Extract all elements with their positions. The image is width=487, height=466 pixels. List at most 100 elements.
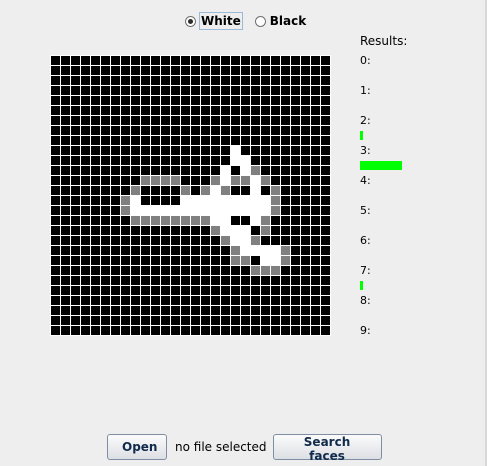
grid-cell[interactable] (71, 296, 80, 305)
grid-cell[interactable] (281, 146, 290, 155)
grid-cell[interactable] (161, 296, 170, 305)
grid-cell[interactable] (151, 276, 160, 285)
grid-cell[interactable] (171, 96, 180, 105)
grid-cell[interactable] (111, 276, 120, 285)
grid-cell[interactable] (61, 186, 70, 195)
grid-cell[interactable] (51, 206, 60, 215)
grid-cell[interactable] (181, 236, 190, 245)
grid-cell[interactable] (181, 86, 190, 95)
grid-cell[interactable] (281, 236, 290, 245)
grid-cell[interactable] (221, 146, 230, 155)
grid-cell[interactable] (141, 246, 150, 255)
grid-cell[interactable] (181, 116, 190, 125)
grid-cell[interactable] (211, 76, 220, 85)
grid-cell[interactable] (101, 166, 110, 175)
grid-cell[interactable] (81, 316, 90, 325)
grid-cell[interactable] (251, 86, 260, 95)
grid-cell[interactable] (171, 126, 180, 135)
grid-cell[interactable] (271, 316, 280, 325)
grid-cell[interactable] (311, 96, 320, 105)
grid-cell[interactable] (281, 246, 290, 255)
grid-cell[interactable] (251, 246, 260, 255)
grid-cell[interactable] (251, 66, 260, 75)
grid-cell[interactable] (211, 276, 220, 285)
grid-cell[interactable] (51, 256, 60, 265)
grid-cell[interactable] (161, 306, 170, 315)
grid-cell[interactable] (111, 96, 120, 105)
grid-cell[interactable] (201, 116, 210, 125)
grid-cell[interactable] (191, 146, 200, 155)
grid-cell[interactable] (201, 126, 210, 135)
grid-cell[interactable] (301, 186, 310, 195)
grid-cell[interactable] (261, 196, 270, 205)
grid-cell[interactable] (191, 316, 200, 325)
grid-cell[interactable] (251, 96, 260, 105)
grid-cell[interactable] (291, 76, 300, 85)
grid-cell[interactable] (171, 76, 180, 85)
grid-cell[interactable] (251, 226, 260, 235)
grid-cell[interactable] (251, 116, 260, 125)
grid-cell[interactable] (211, 136, 220, 145)
grid-cell[interactable] (91, 186, 100, 195)
grid-cell[interactable] (131, 96, 140, 105)
grid-cell[interactable] (201, 186, 210, 195)
grid-cell[interactable] (121, 316, 130, 325)
grid-cell[interactable] (91, 56, 100, 65)
grid-cell[interactable] (321, 126, 330, 135)
drawing-grid[interactable] (50, 55, 331, 336)
grid-cell[interactable] (321, 66, 330, 75)
grid-cell[interactable] (81, 206, 90, 215)
grid-cell[interactable] (111, 186, 120, 195)
grid-cell[interactable] (241, 56, 250, 65)
grid-cell[interactable] (61, 156, 70, 165)
grid-cell[interactable] (81, 116, 90, 125)
grid-cell[interactable] (301, 266, 310, 275)
grid-cell[interactable] (71, 86, 80, 95)
grid-cell[interactable] (151, 256, 160, 265)
grid-cell[interactable] (301, 286, 310, 295)
grid-cell[interactable] (131, 56, 140, 65)
grid-cell[interactable] (251, 326, 260, 335)
grid-cell[interactable] (201, 76, 210, 85)
grid-cell[interactable] (311, 56, 320, 65)
grid-cell[interactable] (141, 146, 150, 155)
grid-cell[interactable] (201, 56, 210, 65)
grid-cell[interactable] (301, 326, 310, 335)
grid-cell[interactable] (161, 256, 170, 265)
grid-cell[interactable] (191, 166, 200, 175)
grid-cell[interactable] (161, 176, 170, 185)
grid-cell[interactable] (321, 326, 330, 335)
grid-cell[interactable] (311, 206, 320, 215)
grid-cell[interactable] (201, 206, 210, 215)
grid-cell[interactable] (301, 226, 310, 235)
grid-cell[interactable] (231, 76, 240, 85)
grid-cell[interactable] (201, 256, 210, 265)
grid-cell[interactable] (51, 146, 60, 155)
grid-cell[interactable] (191, 136, 200, 145)
grid-cell[interactable] (141, 206, 150, 215)
grid-cell[interactable] (271, 226, 280, 235)
grid-cell[interactable] (321, 176, 330, 185)
grid-cell[interactable] (311, 76, 320, 85)
grid-cell[interactable] (271, 56, 280, 65)
grid-cell[interactable] (61, 256, 70, 265)
grid-cell[interactable] (51, 296, 60, 305)
grid-cell[interactable] (131, 76, 140, 85)
grid-cell[interactable] (201, 66, 210, 75)
grid-cell[interactable] (271, 76, 280, 85)
grid-cell[interactable] (261, 236, 270, 245)
grid-cell[interactable] (81, 96, 90, 105)
grid-cell[interactable] (291, 326, 300, 335)
grid-cell[interactable] (311, 186, 320, 195)
grid-cell[interactable] (321, 226, 330, 235)
grid-cell[interactable] (231, 136, 240, 145)
grid-cell[interactable] (51, 166, 60, 175)
grid-cell[interactable] (311, 106, 320, 115)
grid-cell[interactable] (121, 116, 130, 125)
grid-cell[interactable] (321, 96, 330, 105)
grid-cell[interactable] (311, 226, 320, 235)
grid-cell[interactable] (141, 56, 150, 65)
grid-cell[interactable] (181, 246, 190, 255)
grid-cell[interactable] (301, 116, 310, 125)
grid-cell[interactable] (111, 236, 120, 245)
